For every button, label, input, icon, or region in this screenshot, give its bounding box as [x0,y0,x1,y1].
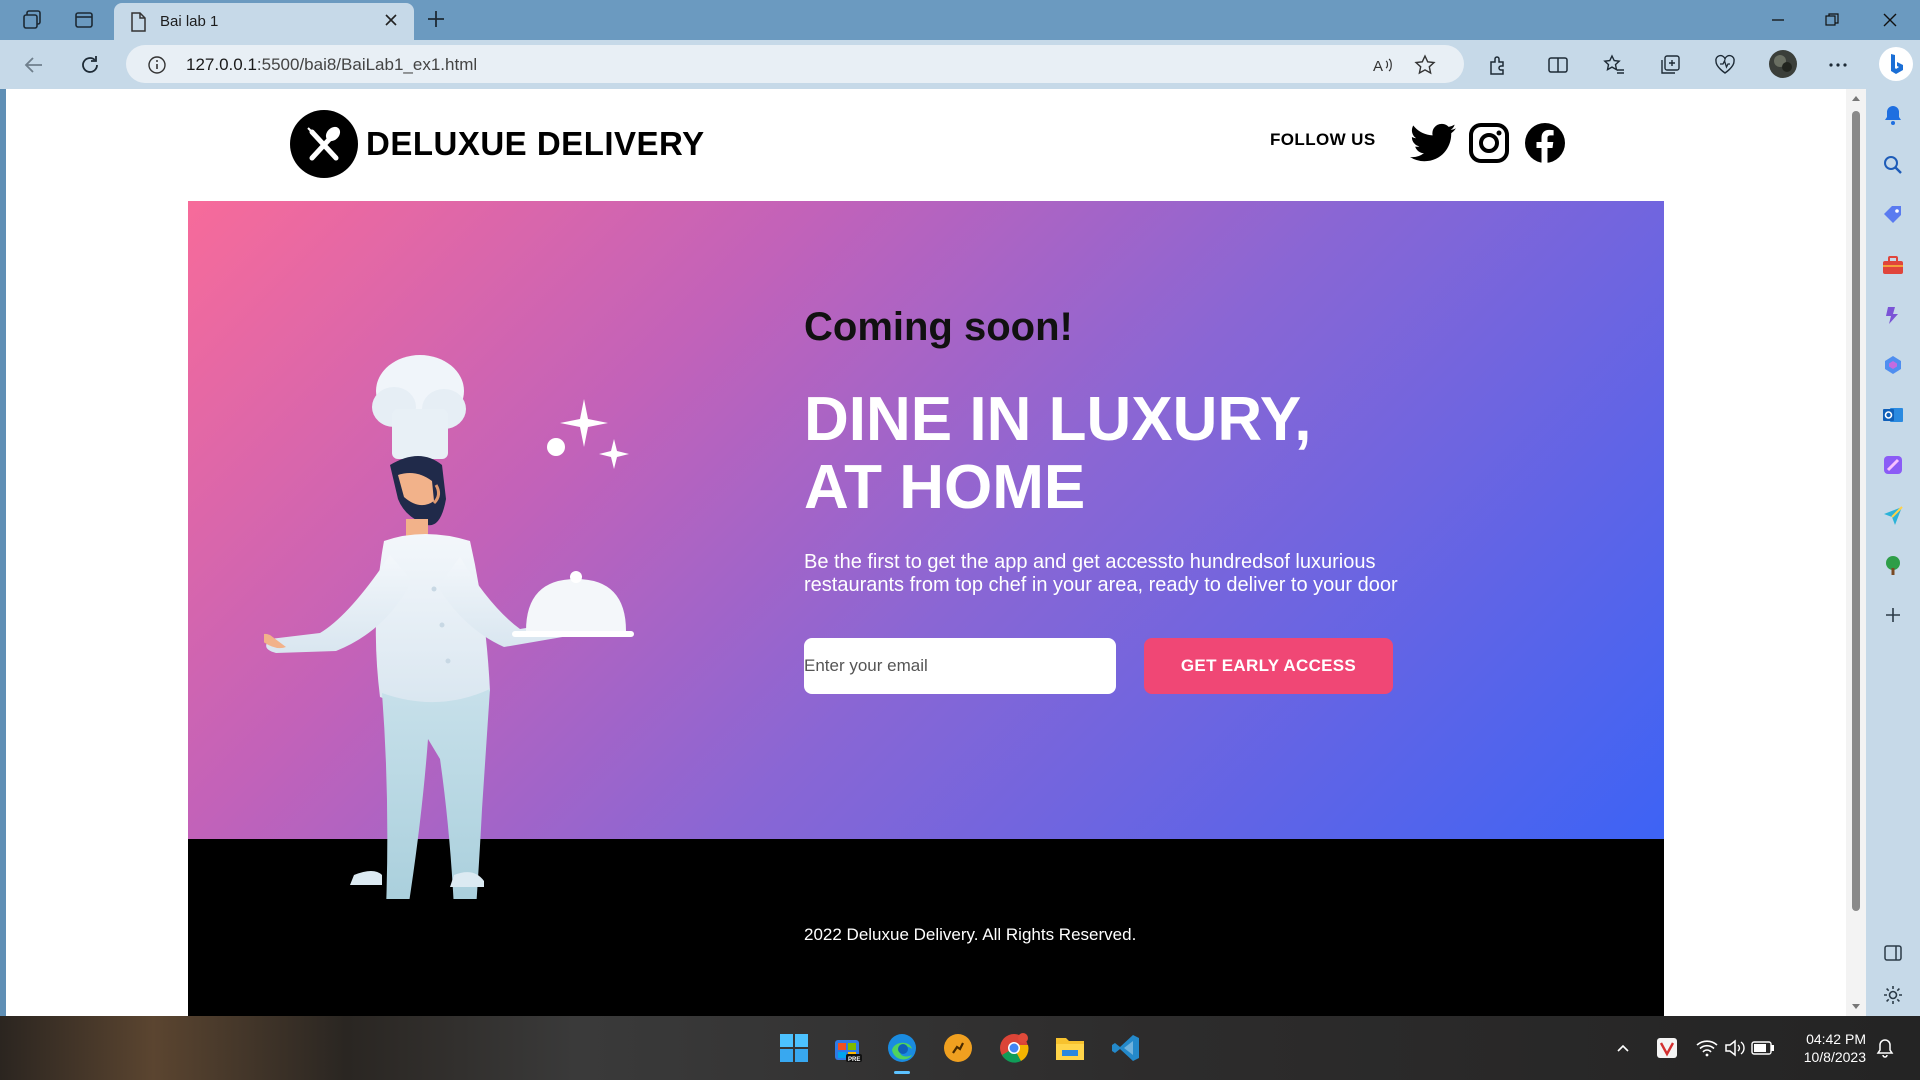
fork-spoon-icon [290,110,358,178]
follow-us-label: FOLLOW US [1270,130,1376,149]
more-options-icon[interactable] [1826,53,1850,77]
back-icon[interactable] [22,53,46,77]
new-tab-icon[interactable] [424,7,448,31]
url-text[interactable]: 127.0.0.1:5500/bai8/BaiLab1_ex1.html [186,55,477,75]
search-icon[interactable] [1881,153,1905,177]
address-bar[interactable]: 127.0.0.1:5500/bai8/BaiLab1_ex1.html A [126,45,1464,83]
clock-date: 10/8/2023 [1803,1049,1866,1065]
games-icon[interactable] [1881,303,1905,327]
chef-illustration [264,355,634,899]
minimize-icon[interactable] [1758,6,1798,34]
edge-sidebar [1866,89,1920,1016]
read-aloud-icon[interactable]: A [1372,54,1394,76]
hero-description: Be the first to get the app and get acce… [804,551,1398,596]
copyright-text: 2022 Deluxue Delivery. All Rights Reserv… [804,925,1137,944]
tab-actions-icon[interactable] [72,8,96,32]
url-host: 127.0.0.1 [186,55,257,74]
profile-avatar[interactable] [1768,49,1798,79]
headline-line-1: DINE IN LUXURY, [804,385,1312,454]
chrome-icon[interactable] [996,1030,1032,1066]
svg-text:PRE: PRE [848,1057,860,1063]
hero-headline: DINE IN LUXURY, AT HOME [804,386,1312,522]
workspaces-icon[interactable] [20,8,44,32]
split-screen-icon[interactable] [1546,53,1570,77]
browser-toolbar: 127.0.0.1:5500/bai8/BaiLab1_ex1.html A [0,40,1920,89]
runner-app-icon[interactable] [940,1030,976,1066]
settings-gear-icon[interactable] [1881,983,1905,1007]
refresh-icon[interactable] [78,53,102,77]
file-explorer-icon[interactable] [1052,1030,1088,1066]
volume-icon[interactable] [1720,1030,1750,1066]
windows-taskbar: PRE 04:42 PM 10/8/2023 [0,1016,1920,1080]
designer-icon[interactable] [1881,453,1905,477]
close-window-icon[interactable] [1870,6,1910,34]
chevron-up-icon[interactable] [1608,1030,1638,1066]
outlook-icon[interactable] [1881,403,1905,427]
document-icon [130,12,146,37]
tab-bar: Bai lab 1 [0,0,1920,40]
tree-icon[interactable] [1881,553,1905,577]
scroll-down-icon[interactable] [1846,1000,1866,1014]
microsoft-365-icon[interactable] [1881,353,1905,377]
tab-active[interactable]: Bai lab 1 [114,3,414,40]
add-icon[interactable] [1881,603,1905,627]
scroll-thumb[interactable] [1852,111,1860,911]
battery-icon[interactable] [1748,1030,1778,1066]
svg-text:A: A [1373,58,1383,75]
close-tab-icon[interactable] [382,11,400,34]
email-input[interactable] [804,638,1116,694]
scroll-up-icon[interactable] [1846,91,1866,105]
notification-bell-icon[interactable] [1870,1030,1900,1066]
shopping-tag-icon[interactable] [1881,203,1905,227]
clock-time: 04:42 PM [1806,1031,1866,1047]
info-icon[interactable] [146,54,168,76]
site-header: DELUXUE DELIVERY FOLLOW US [6,89,1846,201]
store-preview-icon[interactable]: PRE [830,1030,866,1066]
wifi-icon[interactable] [1692,1030,1722,1066]
instagram-icon[interactable] [1466,120,1512,166]
vivaldi-tray-icon[interactable] [1652,1030,1682,1066]
logo[interactable]: DELUXUE DELIVERY [290,110,705,178]
tools-icon[interactable] [1881,253,1905,277]
twitter-icon[interactable] [1410,120,1456,166]
restore-icon[interactable] [1812,6,1852,34]
browser-essentials-icon[interactable] [1713,53,1737,77]
extensions-icon[interactable] [1486,53,1510,77]
clock[interactable]: 04:42 PM 10/8/2023 [1786,1030,1866,1066]
headline-line-2: AT HOME [804,453,1086,522]
windows-start-icon[interactable] [776,1030,812,1066]
get-early-access-button[interactable]: GET EARLY ACCESS [1144,638,1393,694]
vscode-icon[interactable] [1108,1030,1144,1066]
collections-icon[interactable] [1658,53,1682,77]
page-scrollbar[interactable] [1846,89,1866,1016]
send-icon[interactable] [1881,503,1905,527]
sidebar-panel-icon[interactable] [1881,941,1905,965]
coming-soon-heading: Coming soon! [804,305,1073,349]
active-indicator [894,1071,910,1074]
notification-bell-icon[interactable] [1881,103,1905,127]
url-path: :5500/bai8/BaiLab1_ex1.html [256,55,478,74]
favorites-icon[interactable] [1602,53,1626,77]
facebook-icon[interactable] [1522,120,1568,166]
page-viewport: DELUXUE DELIVERY FOLLOW US Coming soon! … [6,89,1846,1016]
tab-title: Bai lab 1 [160,13,219,30]
edge-icon[interactable] [884,1030,920,1074]
brand-name: DELUXUE DELIVERY [366,125,705,162]
favorite-star-icon[interactable] [1414,54,1436,76]
copilot-icon[interactable] [1877,45,1915,83]
